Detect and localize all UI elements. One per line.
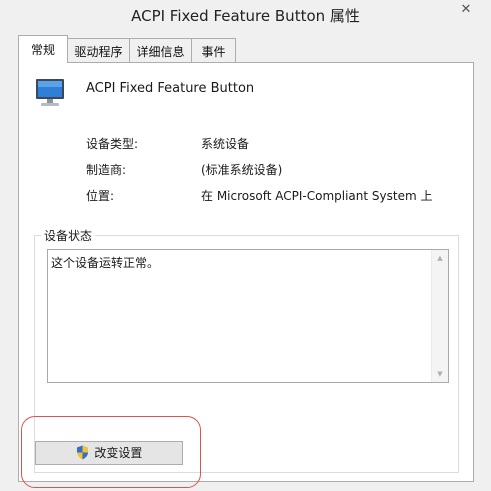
status-scrollbar[interactable]: ▲ ▼ <box>431 250 448 382</box>
tab-general[interactable]: 常规 <box>18 35 68 63</box>
device-status-legend: 设备状态 <box>41 227 96 244</box>
manufacturer-label: 制造商: <box>86 163 127 177</box>
device-status-text: 这个设备运转正常。 <box>51 256 160 270</box>
scroll-up-icon[interactable]: ▲ <box>432 250 448 266</box>
highlight-annotation <box>21 416 201 488</box>
device-name: ACPI Fixed Feature Button <box>86 81 255 96</box>
scroll-down-icon[interactable]: ▼ <box>432 366 448 382</box>
close-icon: ✕ <box>460 2 472 17</box>
device-type-value: 系统设备 <box>201 137 250 151</box>
window-title: ACPI Fixed Feature Button 属性 <box>131 7 360 25</box>
close-button[interactable]: ✕ <box>449 0 483 20</box>
tab-general-label: 常规 <box>30 43 55 57</box>
location-label: 位置: <box>86 189 115 203</box>
tab-details-label: 详细信息 <box>136 45 185 59</box>
tab-driver[interactable]: 驱动程序 <box>67 38 130 62</box>
device-status-textbox[interactable]: 这个设备运转正常。 ▲ ▼ <box>47 249 449 383</box>
tab-details[interactable]: 详细信息 <box>129 38 192 62</box>
manufacturer-value: (标准系统设备) <box>201 163 283 177</box>
device-type-label: 设备类型: <box>86 137 139 151</box>
computer-monitor-icon <box>33 77 67 109</box>
tab-events-label: 事件 <box>201 45 226 59</box>
title-bar: ACPI Fixed Feature Button 属性 ✕ <box>0 0 491 32</box>
location-value: 在 Microsoft ACPI-Compliant System 上 <box>201 189 433 203</box>
tab-driver-label: 驱动程序 <box>74 45 123 59</box>
tab-events[interactable]: 事件 <box>191 38 236 62</box>
